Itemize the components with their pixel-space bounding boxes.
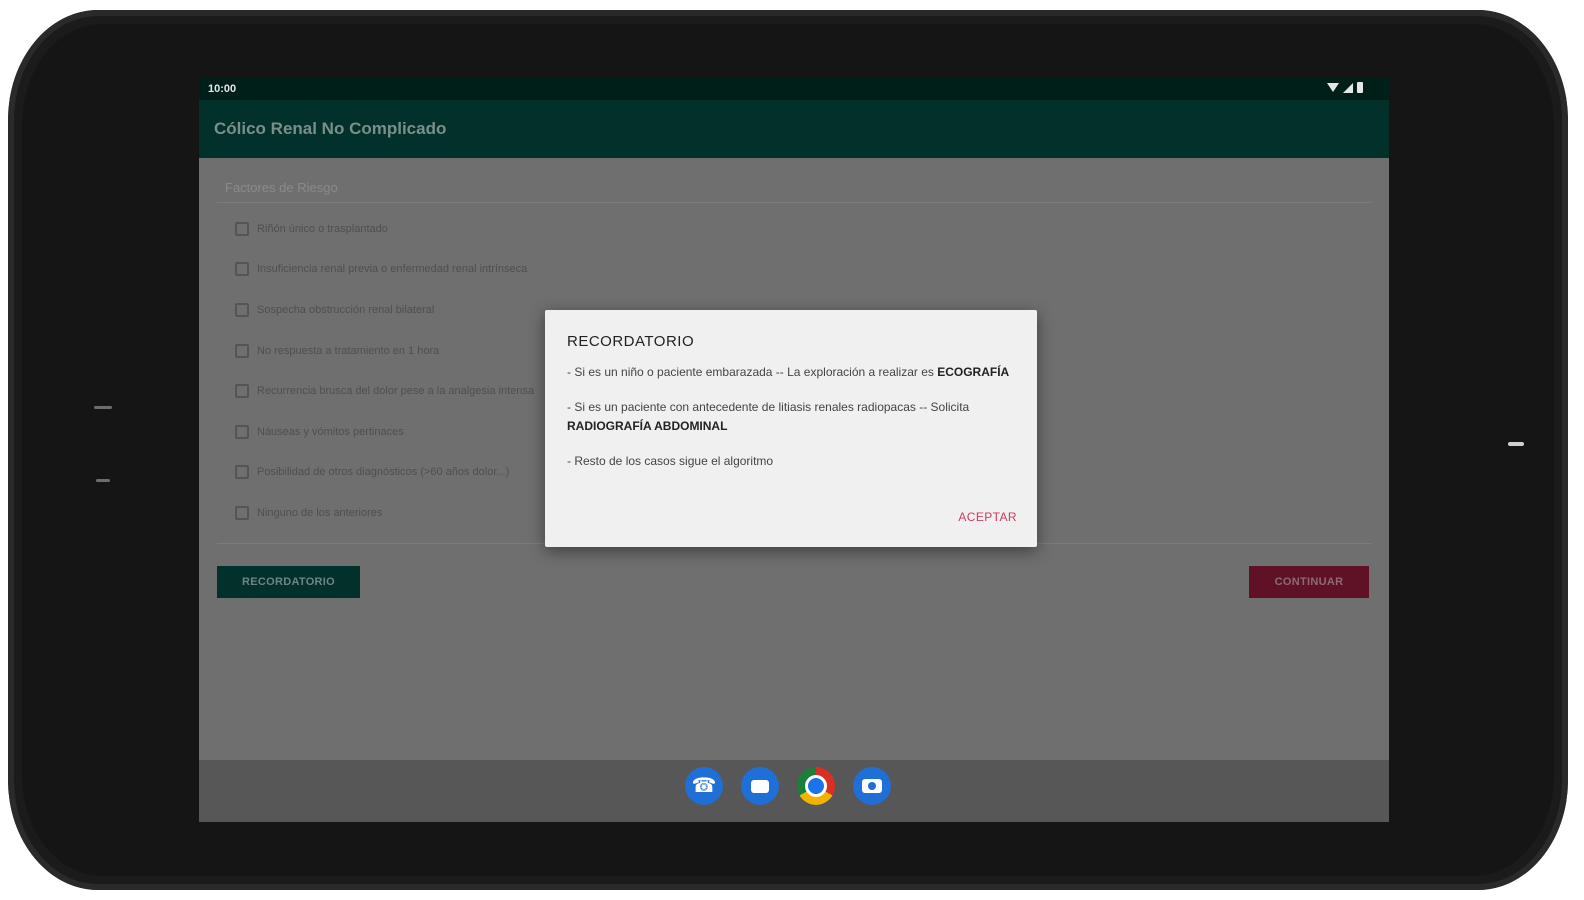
camera-glyph (862, 779, 882, 793)
status-bar: 10:00 (199, 78, 1389, 100)
risk-item-label: Riñón único o trasplantado (257, 223, 388, 235)
section-label: Factores de Riesgo (225, 180, 338, 195)
risk-item-3[interactable]: Sospecha obstrucción renal bilateral (235, 300, 434, 320)
phone-glyph: ☎ (691, 775, 717, 797)
reminder-dialog: RECORDATORIO - Si es un niño o paciente … (545, 310, 1037, 547)
checkbox[interactable] (235, 303, 249, 317)
signal-icon (1343, 82, 1353, 93)
checkbox[interactable] (235, 425, 249, 439)
risk-item-6[interactable]: Náuseas y vómitos pertinaces (235, 422, 404, 442)
dialog-p2-text: - Si es un paciente con antecedente de l… (567, 400, 970, 414)
checkbox[interactable] (235, 344, 249, 358)
risk-item-4[interactable]: No respuesta a tratamiento en 1 hora (235, 341, 439, 361)
risk-item-2[interactable]: Insuficiencia renal previa o enfermedad … (235, 259, 527, 279)
phone-icon[interactable]: ☎ (685, 767, 723, 805)
app-title: Cólico Renal No Complicado (214, 119, 447, 138)
dialog-p1-text: - Si es un niño o paciente embarazada --… (567, 365, 934, 379)
risk-item-label: Posibilidad de otros diagnósticos (>60 a… (257, 466, 510, 478)
risk-item-label: Recurrencia brusca del dolor pese a la a… (257, 385, 535, 397)
risk-item-7[interactable]: Posibilidad de otros diagnósticos (>60 a… (235, 462, 509, 482)
risk-item-label: No respuesta a tratamiento en 1 hora (257, 345, 440, 357)
risk-item-label: Ninguno de los anteriores (257, 507, 383, 519)
dialog-p2-strong: RADIOGRAFÍA ABDOMINAL (567, 419, 728, 433)
dialog-p1-strong: ECOGRAFÍA (937, 365, 1010, 379)
dialog-title: RECORDATORIO (567, 333, 695, 350)
risk-item-label: Insuficiencia renal previa o enfermedad … (257, 263, 528, 275)
dialog-body: - Si es un niño o paciente embarazada --… (567, 363, 1017, 487)
battery-icon (1357, 82, 1363, 93)
dialog-paragraph-3: - Resto de los casos sigue el algoritmo (567, 452, 1017, 471)
sensor-mark (96, 479, 110, 482)
recordatorio-button[interactable]: RECORDATORIO (217, 566, 360, 598)
checkbox[interactable] (235, 465, 249, 479)
checkbox[interactable] (235, 262, 249, 276)
accept-button[interactable]: ACEPTAR (958, 510, 1017, 524)
wifi-icon (1327, 83, 1339, 92)
chrome-center (805, 775, 827, 797)
risk-item-5[interactable]: Recurrencia brusca del dolor pese a la a… (235, 381, 534, 401)
dialog-paragraph-2: - Si es un paciente con antecedente de l… (567, 398, 1017, 436)
risk-item-label: Náuseas y vómitos pertinaces (257, 426, 404, 438)
status-icons (1327, 82, 1363, 93)
speaker-mark (1508, 442, 1524, 446)
chrome-icon[interactable] (797, 767, 835, 805)
checkbox[interactable] (235, 506, 249, 520)
messages-glyph (751, 779, 769, 793)
camera-mark (94, 406, 112, 409)
risk-item-8[interactable]: Ninguno de los anteriores (235, 503, 382, 523)
divider-top (217, 202, 1371, 203)
camera-icon[interactable] (853, 767, 891, 805)
dock-bar: ☎ (199, 760, 1389, 822)
messages-icon[interactable] (741, 767, 779, 805)
continue-button[interactable]: CONTINUAR (1249, 566, 1369, 598)
dock: ☎ (685, 767, 891, 805)
checkbox[interactable] (235, 222, 249, 236)
dialog-p3-text: - Resto de los casos sigue el algoritmo (567, 454, 774, 468)
risk-item-label: Sospecha obstrucción renal bilateral (257, 304, 435, 316)
status-time: 10:00 (208, 83, 237, 95)
risk-item-1[interactable]: Riñón único o trasplantado (235, 219, 388, 239)
checkbox[interactable] (235, 384, 249, 398)
dialog-paragraph-1: - Si es un niño o paciente embarazada --… (567, 363, 1017, 382)
app-bar: Cólico Renal No Complicado (199, 100, 1389, 158)
